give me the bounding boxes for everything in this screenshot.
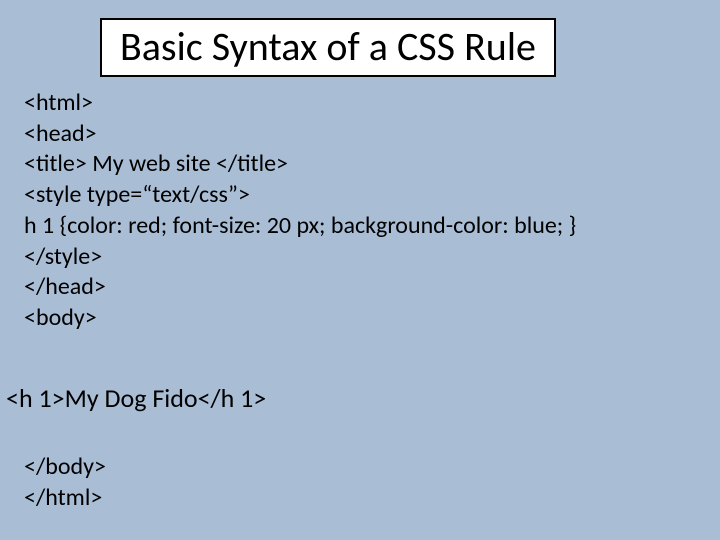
- code-line: <style type=“text/css”>: [24, 180, 576, 211]
- closing-block: </body> </html>: [24, 452, 106, 513]
- code-line: <head>: [24, 119, 576, 150]
- code-line: <body>: [24, 303, 576, 334]
- code-line: <html>: [24, 88, 576, 119]
- code-line: </head>: [24, 272, 576, 303]
- code-block: <html> <head> <title> My web site </titl…: [24, 88, 576, 334]
- heading-example: <h 1>My Dog Fido</h 1>: [6, 382, 266, 414]
- slide-title: Basic Syntax of a CSS Rule: [120, 22, 536, 71]
- title-box: Basic Syntax of a CSS Rule: [100, 18, 556, 77]
- code-line: h 1 {color: red; font-size: 20 px; backg…: [24, 211, 576, 242]
- code-line: <title> My web site </title>: [24, 149, 576, 180]
- code-line: </html>: [24, 483, 106, 514]
- code-line: </body>: [24, 452, 106, 483]
- code-line: </style>: [24, 242, 576, 273]
